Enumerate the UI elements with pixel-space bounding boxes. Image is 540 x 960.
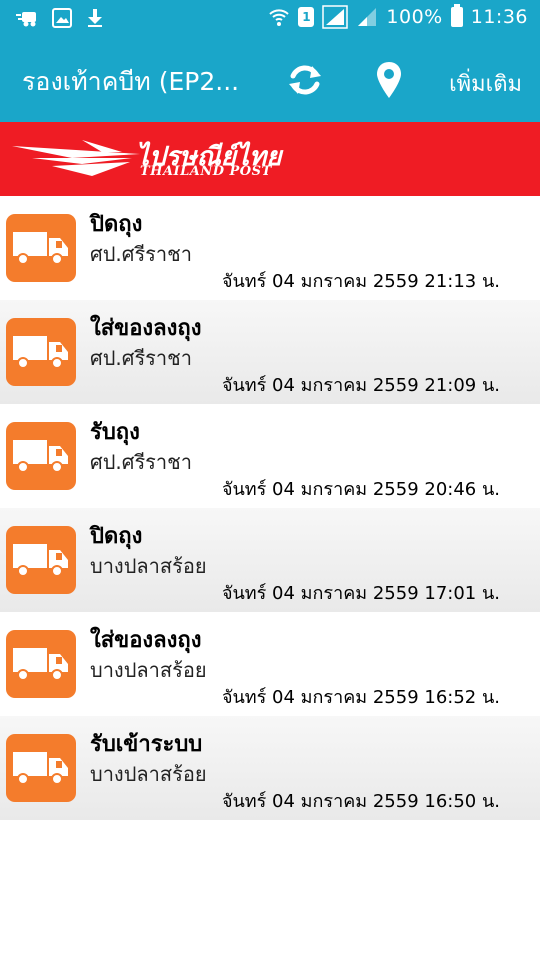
status-bar: 1 100% 11:36 bbox=[0, 0, 540, 38]
tracking-status: ปิดถุง bbox=[90, 524, 143, 549]
tracking-date: จันทร์ 04 มกราคม 2559 20:46 น. bbox=[221, 479, 500, 500]
tracking-status: ใส่ของลงถุง bbox=[90, 316, 202, 341]
tracking-office: ศป.ศรีราชา bbox=[90, 242, 192, 266]
tracking-date: จันทร์ 04 มกราคม 2559 21:13 น. bbox=[221, 271, 500, 292]
refresh-icon[interactable] bbox=[285, 60, 325, 100]
system-icons: 1 100% 11:36 bbox=[268, 4, 528, 29]
tracking-date: จันทร์ 04 มกราคม 2559 16:50 น. bbox=[221, 791, 500, 812]
tracking-office: บางปลาสร้อย bbox=[90, 658, 207, 682]
tracking-row[interactable]: ใส่ของลงถุง บางปลาสร้อย จันทร์ 04 มกราคม… bbox=[0, 612, 540, 716]
sim-icon: 1 bbox=[298, 7, 315, 27]
tracking-status: ปิดถุง bbox=[90, 212, 143, 237]
tracking-date: จันทร์ 04 มกราคม 2559 17:01 น. bbox=[221, 583, 500, 604]
truck-icon[interactable] bbox=[6, 526, 76, 594]
tracking-list: ปิดถุง ศป.ศรีราชา จันทร์ 04 มกราคม 2559 … bbox=[0, 196, 540, 820]
thailand-post-banner: ไปรษณีย์ไทย THAILAND POST bbox=[0, 122, 540, 196]
delivery-notification-icon bbox=[16, 12, 36, 27]
truck-icon[interactable] bbox=[6, 318, 76, 386]
tracking-office: บางปลาสร้อย bbox=[90, 554, 207, 578]
tracking-office: ศป.ศรีราชา bbox=[90, 346, 192, 370]
tracking-row[interactable]: รับเข้าระบบ บางปลาสร้อย จันทร์ 04 มกราคม… bbox=[0, 716, 540, 820]
tracking-office: ศป.ศรีราชา bbox=[90, 450, 192, 474]
tracking-date: จันทร์ 04 มกราคม 2559 21:09 น. bbox=[221, 375, 500, 396]
tracking-date: จันทร์ 04 มกราคม 2559 16:52 น. bbox=[221, 687, 500, 708]
tracking-status: ใส่ของลงถุง bbox=[90, 628, 202, 653]
tracking-row[interactable]: ปิดถุง บางปลาสร้อย จันทร์ 04 มกราคม 2559… bbox=[0, 508, 540, 612]
truck-icon[interactable] bbox=[6, 214, 76, 282]
truck-icon[interactable] bbox=[6, 422, 76, 490]
image-icon bbox=[52, 8, 72, 28]
tracking-row[interactable]: รับถุง ศป.ศรีราชา จันทร์ 04 มกราคม 2559 … bbox=[0, 404, 540, 508]
signal-icon bbox=[322, 5, 349, 29]
tracking-status: รับถุง bbox=[90, 420, 140, 445]
battery-icon bbox=[450, 4, 463, 27]
truck-icon[interactable] bbox=[6, 630, 76, 698]
page-title: รองเท้าคบีท (EP2... bbox=[22, 67, 240, 96]
truck-icon[interactable] bbox=[6, 734, 76, 802]
signal-weak-icon bbox=[358, 8, 377, 26]
tracking-office: บางปลาสร้อย bbox=[90, 762, 207, 786]
tracking-status: รับเข้าระบบ bbox=[90, 732, 203, 757]
battery-percent: 100% bbox=[386, 6, 443, 28]
logo-english-text: THAILAND POST bbox=[140, 164, 272, 179]
download-icon bbox=[88, 9, 102, 27]
tracking-row[interactable]: ปิดถุง ศป.ศรีราชา จันทร์ 04 มกราคม 2559 … bbox=[0, 196, 540, 300]
location-pin-icon[interactable] bbox=[375, 60, 403, 100]
more-button[interactable]: เพิ่มเติม bbox=[449, 66, 522, 101]
thailand-post-wing-logo bbox=[12, 140, 140, 176]
clock: 11:36 bbox=[470, 6, 528, 28]
notification-icons bbox=[16, 8, 104, 28]
action-bar: รองเท้าคบีท (EP2... เพิ่มเติม bbox=[0, 38, 540, 122]
tracking-row[interactable]: ใส่ของลงถุง ศป.ศรีราชา จันทร์ 04 มกราคม … bbox=[0, 300, 540, 404]
wifi-icon bbox=[269, 9, 290, 26]
